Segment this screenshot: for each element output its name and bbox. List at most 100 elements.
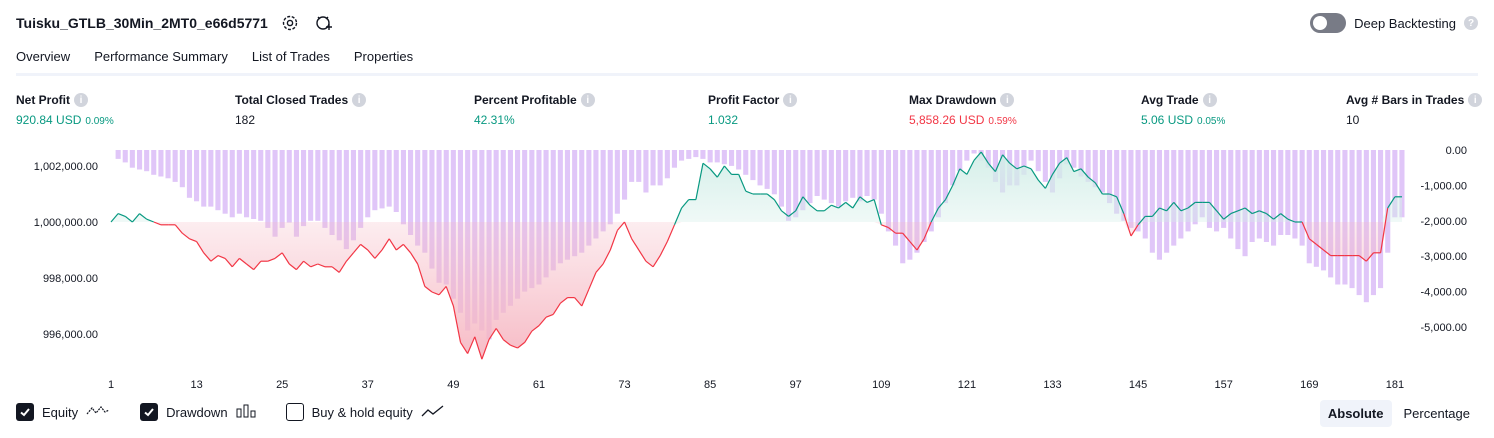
drawdown-bar (1285, 150, 1291, 235)
drawdown-bar (743, 150, 749, 175)
drawdown-bar (1271, 150, 1277, 246)
drawdown-bar (900, 150, 906, 264)
drawdown-checkbox[interactable] (140, 403, 159, 421)
report-header: Tuisku_GTLB_30Min_2MT0_e66d5771 Deep Bac… (0, 0, 1494, 44)
drawdown-bar (729, 150, 735, 166)
metric-value: 5.06 USD (1141, 113, 1194, 127)
buy-hold-line-icon (421, 404, 445, 421)
drawdown-bar (650, 150, 656, 186)
drawdown-bar (244, 150, 250, 218)
info-icon[interactable]: i (1202, 93, 1217, 107)
metric-percent: 0.05% (1197, 116, 1226, 127)
scale-mode-switch: Absolute Percentage (1319, 400, 1479, 427)
settings-gear-icon[interactable] (280, 13, 300, 33)
drawdown-bar (657, 150, 663, 186)
info-icon[interactable]: i (580, 93, 595, 107)
equity-loss-area (111, 222, 1402, 360)
drawdown-bar (1164, 150, 1170, 253)
drawdown-bar (1263, 150, 1269, 242)
drawdown-bar (971, 150, 977, 154)
drawdown-bar (1035, 150, 1041, 172)
x-axis-label: 1 (108, 379, 114, 391)
drawdown-bar (1321, 150, 1327, 271)
drawdown-bar (358, 150, 364, 228)
drawdown-bar (201, 150, 207, 207)
metric-profit-factor: Profit Factor i 1.032 (708, 93, 798, 127)
legend-buy-hold[interactable]: Buy & hold equity (285, 403, 445, 421)
drawdown-bar (322, 150, 328, 228)
deep-backtesting-toggle[interactable] (1310, 13, 1347, 33)
drawdown-bar (1042, 150, 1048, 182)
metric-label: Net Profit (16, 93, 70, 107)
drawdown-bar (686, 150, 692, 159)
metric-net-profit: Net Profit i 920.84 USD 0.09% (16, 93, 114, 127)
drawdown-bar (1292, 150, 1298, 239)
drawdown-bar (679, 150, 685, 161)
metric-value: 5,858.26 USD (909, 113, 985, 127)
tab-list-of-trades[interactable]: List of Trades (240, 42, 342, 76)
x-axis-label: 13 (190, 379, 202, 391)
x-axis-label: 133 (1043, 379, 1061, 391)
drawdown-bar (750, 150, 756, 181)
drawdown-bar (778, 150, 784, 207)
tab-properties[interactable]: Properties (342, 42, 425, 76)
drawdown-bar (1313, 150, 1319, 267)
equity-line-icon (86, 404, 110, 421)
tab-performance-summary[interactable]: Performance Summary (82, 42, 240, 76)
info-icon[interactable]: i (352, 93, 367, 107)
drawdown-bar (1256, 150, 1262, 239)
left-axis-label: 996,000.00 (43, 329, 98, 341)
deep-backtesting-label: Deep Backtesting (1354, 15, 1456, 31)
left-axis-label: 1,000,000.00 (34, 217, 98, 229)
drawdown-bar (857, 150, 863, 202)
drawdown-bar (1228, 150, 1234, 239)
buy-hold-checkbox[interactable] (285, 403, 304, 421)
drawdown-bar (843, 150, 849, 202)
drawdown-bar (372, 150, 378, 211)
x-axis-label: 85 (704, 379, 716, 391)
x-axis-label: 181 (1386, 379, 1404, 391)
help-icon[interactable]: ? (1464, 16, 1478, 30)
drawdown-bar (629, 150, 635, 182)
info-icon[interactable]: i (1468, 93, 1483, 107)
info-icon[interactable]: i (1000, 93, 1015, 107)
absolute-button[interactable]: Absolute (1319, 400, 1392, 427)
drawdown-bar (1349, 150, 1355, 289)
info-icon[interactable]: i (783, 93, 798, 107)
drawdown-bar (236, 150, 242, 214)
legend-equity[interactable]: Equity (16, 403, 110, 421)
drawdown-bar (1342, 150, 1348, 285)
x-axis-label: 157 (1215, 379, 1233, 391)
equity-drawdown-chart[interactable]: 1,002,000.00 1,000,000.00 998,000.00 996,00… (0, 140, 1494, 395)
drawdown-bar (828, 150, 834, 204)
drawdown-bar (814, 150, 820, 196)
drawdown-bar (215, 150, 221, 211)
drawdown-bar (607, 150, 613, 225)
x-axis-label: 97 (790, 379, 802, 391)
drawdown-bar (186, 150, 192, 198)
right-axis-label: -3,000.00 (1421, 251, 1467, 263)
drawdown-bar (1071, 150, 1077, 168)
drawdown-bar (400, 150, 406, 225)
drawdown-bar (636, 150, 642, 182)
drawdown-bar (165, 150, 171, 179)
left-axis-label: 1,002,000.00 (34, 161, 98, 173)
drawdown-bar (137, 150, 143, 170)
x-axis-label: 169 (1300, 379, 1318, 391)
tab-overview[interactable]: Overview (16, 42, 82, 76)
legend-drawdown[interactable]: Drawdown (140, 403, 256, 421)
percentage-button[interactable]: Percentage (1396, 400, 1479, 427)
add-to-chart-icon[interactable] (314, 13, 334, 33)
info-icon[interactable]: i (74, 93, 88, 107)
drawdown-bar (714, 150, 720, 163)
drawdown-bar (757, 150, 763, 186)
right-axis-label: -4,000.00 (1421, 287, 1467, 299)
equity-checkbox[interactable] (16, 403, 34, 421)
x-axis-label: 121 (958, 379, 976, 391)
x-axis-label: 37 (362, 379, 374, 391)
drawdown-bar (721, 150, 727, 165)
x-axis-label: 25 (276, 379, 288, 391)
drawdown-bar (194, 150, 200, 202)
drawdown-bar (1135, 150, 1141, 232)
drawdown-bar (393, 150, 399, 212)
